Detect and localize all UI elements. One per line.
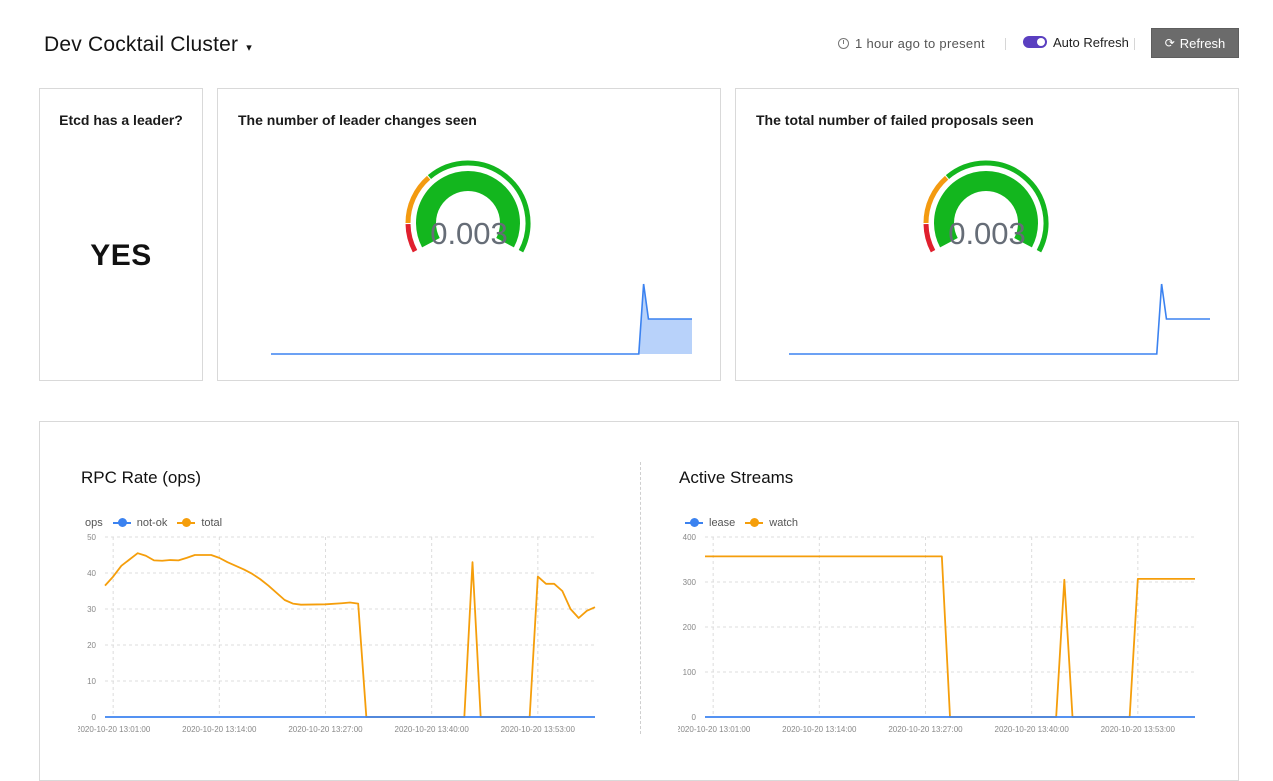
y-tick-label: 50: [87, 533, 96, 542]
divider: [1134, 38, 1135, 50]
y-tick-label: 0: [692, 713, 697, 722]
y-tick-label: 0: [92, 713, 97, 722]
divider: [1005, 38, 1006, 50]
time-range[interactable]: 1 hour ago to present: [838, 36, 985, 51]
cluster-name: Dev Cocktail Cluster: [44, 33, 239, 56]
refresh-label: Refresh: [1179, 35, 1226, 51]
legend-label: not-ok: [136, 517, 168, 529]
legend-label: total: [201, 517, 223, 529]
x-tick-label: 2020-10-20 13:53:00: [501, 725, 576, 734]
x-tick-label: 2020-10-20 13:40:00: [995, 725, 1070, 734]
rpc-rate-ylabel: ops: [85, 517, 103, 529]
failed-proposals-title: The total number of failed proposals see…: [756, 112, 1034, 128]
cluster-selector[interactable]: Dev Cocktail Cluster ▾: [44, 33, 252, 57]
leader-changes-sparkline: [271, 283, 692, 355]
leader-status-value: YES: [90, 239, 152, 272]
auto-refresh-label: Auto Refresh: [1053, 35, 1129, 50]
refresh-button[interactable]: ⟳ Refresh: [1151, 28, 1239, 58]
auto-refresh-toggle[interactable]: [1023, 36, 1047, 48]
x-tick-label: 2020-10-20 13:14:00: [782, 725, 857, 734]
x-tick-label: 2020-10-20 13:40:00: [395, 725, 470, 734]
y-tick-label: 10: [87, 677, 96, 686]
legend-marker-icon: [685, 518, 703, 527]
active-streams-chart: 0 100 200 300 400 2020-10-20 13:01:00 2020-10-…: [678, 533, 1195, 734]
x-tick-label: 2020-10-20 13:27:00: [288, 725, 363, 734]
toggle-knob: [1037, 38, 1045, 46]
x-tick-label: 2020-10-20 13:14:00: [182, 725, 257, 734]
caret-down-icon: ▾: [246, 41, 252, 54]
y-tick-label: 30: [87, 605, 96, 614]
y-tick-label: 200: [683, 623, 697, 632]
legend-marker-icon: [177, 518, 196, 527]
rpc-rate-chart: 0 10 20 30 40 50 2020-10-20 13:01:00 2020-10-20…: [78, 533, 596, 734]
legend-marker-icon: [745, 518, 764, 527]
x-tick-label: 2020-10-20 13:53:00: [1101, 725, 1176, 734]
legend-item-lease[interactable]: lease: [685, 517, 735, 529]
y-tick-label: 300: [683, 578, 697, 587]
legend-marker-icon: [112, 518, 131, 527]
legend-item-not-ok[interactable]: not-ok: [112, 517, 168, 529]
failed-proposals-sparkline: [789, 283, 1210, 355]
leader-changes-gauge-value: 0.003: [430, 216, 508, 251]
metrics-panel: RPC Rate (ops) ops not-ok total 0 10 20 30 4…: [39, 421, 1239, 781]
legend-item-watch[interactable]: watch: [745, 517, 798, 529]
sparkline-line: [789, 283, 1210, 355]
leader-changes-panel: The number of leader changes seen 0.003: [217, 88, 721, 381]
y-tick-label: 40: [87, 569, 96, 578]
rpc-rate-legend: ops not-ok total: [85, 517, 222, 529]
y-tick-label: 100: [683, 668, 697, 677]
sparkline-fill: [271, 284, 692, 354]
y-tick-label: 20: [87, 641, 96, 650]
x-tick-label: 2020-10-20 13:01:00: [678, 725, 751, 734]
legend-item-total[interactable]: total: [177, 517, 222, 529]
y-tick-label: 400: [683, 533, 697, 542]
x-tick-label: 2020-10-20 13:27:00: [888, 725, 963, 734]
sparkline-line: [271, 283, 692, 355]
leader-changes-title: The number of leader changes seen: [238, 112, 477, 128]
legend-label: watch: [769, 517, 799, 529]
series-line-watch: [705, 555, 1195, 718]
rpc-rate-title: RPC Rate (ops): [81, 468, 201, 487]
series-line-total: [104, 552, 596, 718]
x-tick-label: 2020-10-20 13:01:00: [78, 725, 151, 734]
failed-proposals-gauge-value: 0.003: [948, 216, 1026, 251]
column-divider: [640, 462, 642, 734]
refresh-icon: ⟳: [1164, 36, 1175, 50]
failed-proposals-panel: The total number of failed proposals see…: [735, 88, 1239, 381]
time-range-label: 1 hour ago to present: [855, 36, 985, 51]
leader-panel-title: Etcd has a leader?: [59, 112, 183, 128]
legend-label: lease: [709, 517, 736, 529]
active-streams-legend: lease watch: [675, 517, 798, 529]
clock-icon: [838, 38, 849, 49]
leader-panel: Etcd has a leader? YES: [39, 88, 203, 381]
active-streams-title: Active Streams: [679, 468, 794, 487]
